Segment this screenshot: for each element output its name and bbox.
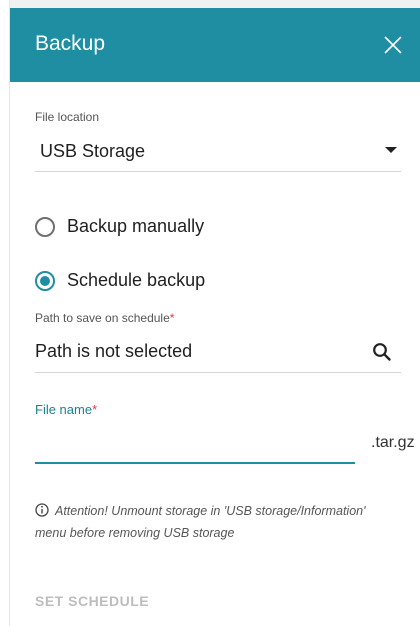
file-location-underline — [35, 171, 401, 172]
file-name-label-text: File name — [35, 402, 93, 417]
search-icon[interactable] — [372, 342, 392, 362]
radio-dot — [40, 275, 50, 286]
file-name-input[interactable] — [35, 426, 355, 464]
required-mark: * — [92, 402, 98, 417]
required-mark: * — [169, 311, 175, 325]
radio-backup-manually[interactable]: Backup manually — [35, 216, 204, 237]
radio-button[interactable] — [35, 216, 55, 237]
dialog-title: Backup — [35, 32, 106, 55]
backup-dialog: Backup File location USB Storage Backup … — [10, 0, 420, 626]
dialog-header: Backup — [10, 8, 420, 82]
path-label: Path to save on schedule* — [35, 311, 174, 325]
top-divider — [10, 0, 420, 8]
attention-note: Attention! Unmount storage in 'USB stora… — [35, 500, 400, 544]
attention-text: Attention! Unmount storage in 'USB stora… — [35, 504, 366, 540]
close-button[interactable] — [376, 28, 410, 62]
path-underline — [35, 372, 401, 373]
radio-button-checked[interactable] — [35, 270, 55, 291]
radio-label: Schedule backup — [67, 270, 206, 290]
file-location-select[interactable]: USB Storage — [40, 141, 145, 162]
radio-label: Backup manually — [67, 216, 205, 236]
file-location-label: File location — [35, 110, 100, 124]
path-label-text: Path to save on schedule — [35, 311, 170, 325]
close-icon — [384, 36, 402, 54]
set-schedule-button[interactable]: SET SCHEDULE — [35, 593, 149, 609]
info-icon — [35, 503, 49, 517]
radio-schedule-backup[interactable]: Schedule backup — [35, 270, 205, 291]
file-name-label: File name* — [35, 402, 97, 417]
file-extension: .tar.gz — [371, 434, 415, 451]
chevron-down-icon[interactable] — [385, 147, 397, 153]
path-field[interactable]: Path is not selected — [35, 341, 192, 362]
